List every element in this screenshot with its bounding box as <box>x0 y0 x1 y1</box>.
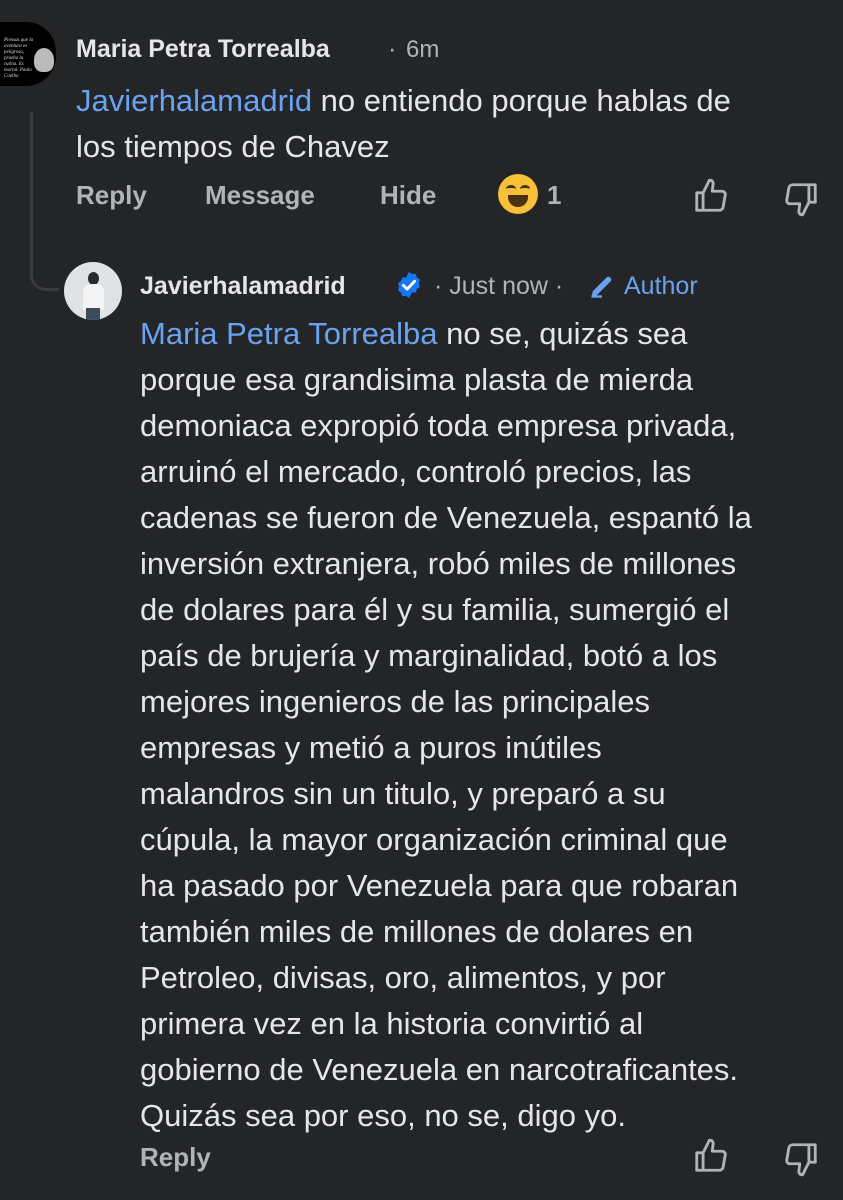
comment-author-name[interactable]: Javierhalamadrid <box>140 272 346 301</box>
comment-text-line: gobierno de Venezuela en narcotraficante… <box>140 1052 739 1087</box>
author-badge-label: Author <box>624 272 698 300</box>
avatar-person-body <box>83 284 104 310</box>
thumbs-down-icon[interactable] <box>782 1140 820 1178</box>
mention-link[interactable]: Maria Petra Torrealba <box>140 316 438 351</box>
comment-text-line: arruinó el mercado, controló precios, la… <box>140 454 692 489</box>
hide-button[interactable]: Hide <box>380 180 436 211</box>
thumbs-up-icon[interactable] <box>692 177 730 215</box>
message-button[interactable]: Message <box>205 180 315 211</box>
avatar-maria[interactable]: Piensas que la aventura es peligrosa, pr… <box>0 22 56 86</box>
comment-text-line: primera vez en la historia convirtió al <box>140 1006 644 1041</box>
comment-text: Maria Petra Torrealba no se, quizás sea … <box>140 311 830 1139</box>
comment-text-line: también miles de millones de dolares en <box>140 914 694 949</box>
comment-text-line: empresas y metió a puros inútiles <box>140 730 602 765</box>
comment-author-name[interactable]: Maria Petra Torrealba <box>76 35 330 64</box>
comment-timestamp: · Just now · <box>434 272 564 300</box>
emoji-eye <box>506 185 516 193</box>
comment-text-part: no entiendo porque hablas de <box>312 83 731 118</box>
thread-connector <box>30 250 59 291</box>
grinning-squinting-face-icon[interactable] <box>498 174 538 214</box>
comment-text-line: demoniaca expropió toda empresa privada, <box>140 408 737 443</box>
comment-text-line: cadenas se fueron de Venezuela, espantó … <box>140 500 752 535</box>
comment-text-part: los tiempos de Chavez <box>76 129 390 164</box>
reply-button[interactable]: Reply <box>76 180 147 211</box>
avatar-portrait <box>34 48 54 72</box>
avatar-javier[interactable] <box>64 262 122 320</box>
comment-text-line: porque esa grandisima plasta de mierda <box>140 362 694 397</box>
pencil-icon <box>591 276 612 298</box>
comment-text-line: no se, quizás sea <box>437 316 688 351</box>
reply-button[interactable]: Reply <box>140 1142 211 1173</box>
comment-text-line: Petroleo, divisas, oro, alimentos, y por <box>140 960 666 995</box>
comment-text-line: de dolares para él y su familia, sumergi… <box>140 592 730 627</box>
thumbs-down-icon[interactable] <box>782 180 820 218</box>
mention-link[interactable]: Javierhalamadrid <box>76 83 312 118</box>
comment-text-line: cúpula, la mayor organización criminal q… <box>140 822 728 857</box>
comment-text-line: inversión extranjera, robó miles de mill… <box>140 546 737 581</box>
comment-text-line: ha pasado por Venezuela para que robaran <box>140 868 739 903</box>
comment-text-line: mejores ingenieros de las principales <box>140 684 651 719</box>
comment-text-line: malandros sin un titulo, y preparó a su <box>140 776 666 811</box>
reaction-count[interactable]: 1 <box>547 180 561 211</box>
avatar-quote-text: Piensas que la aventura es peligrosa, pr… <box>4 38 34 79</box>
comment-text-line: Quizás sea por eso, no se, digo yo. <box>140 1098 626 1133</box>
comment-text: Javierhalamadrid no entiendo porque habl… <box>76 78 826 170</box>
avatar-person-legs <box>86 308 100 320</box>
meta-separator: · <box>388 35 397 63</box>
thumbs-up-icon[interactable] <box>692 1137 730 1175</box>
verified-badge-icon <box>398 271 420 299</box>
comment-timestamp[interactable]: 6m <box>406 36 439 64</box>
emoji-mouth <box>508 195 528 207</box>
comment-text-line: país de brujería y marginalidad, botó a … <box>140 638 718 673</box>
emoji-eye <box>520 185 530 193</box>
